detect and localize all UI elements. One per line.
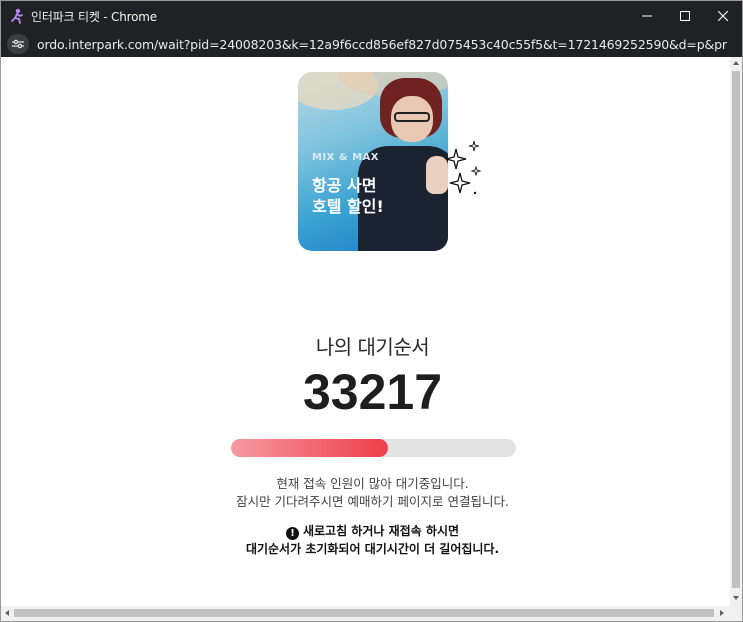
url-text[interactable]: ordo.interpark.com/wait?pid=24008203&k=1… <box>37 37 727 52</box>
site-settings-button[interactable] <box>7 34 29 54</box>
scroll-down-arrow-icon[interactable] <box>732 594 740 602</box>
tune-icon <box>12 39 24 49</box>
close-icon <box>718 11 728 21</box>
banner-headline-2: 호텔 할인! <box>312 197 384 216</box>
maximize-icon <box>680 11 690 21</box>
refresh-warning-line-1: 새로고침 하거나 재접속 하시면 <box>302 524 460 538</box>
queue-progress-fill <box>231 439 388 457</box>
exclamation-circle-icon: ! <box>285 527 299 540</box>
window-controls <box>628 1 742 31</box>
title-bar[interactable]: 인터파크 티켓 - Chrome <box>1 1 742 31</box>
interpark-favicon-icon <box>9 8 25 24</box>
refresh-warning: ! 새로고침 하거나 재접속 하시면 대기순서가 초기화되어 대기시간이 더 길어… <box>1 522 743 558</box>
banner-subtitle: MIX & MAX <box>312 152 379 163</box>
sparkles-icon <box>445 140 482 195</box>
vertical-scrollbar[interactable] <box>730 57 742 606</box>
waiting-info: 현재 접속 인원이 많아 대기중입니다. 잠시만 기다려주시면 예매하기 페이지… <box>1 475 743 511</box>
minimize-button[interactable] <box>628 1 666 31</box>
minimize-icon <box>642 15 652 17</box>
queue-number: 33217 <box>302 364 443 420</box>
banner-person-glasses <box>394 112 430 122</box>
ad-banner[interactable]: MIX & MAX 항공 사면 호텔 할인! <box>298 72 448 251</box>
queue-label: 나의 대기순서 <box>315 335 430 359</box>
window-title: 인터파크 티켓 - Chrome <box>31 9 157 24</box>
waiting-info-line-2: 잠시만 기다려주시면 예매하기 페이지로 연결됩니다. <box>236 494 509 509</box>
scroll-left-arrow-icon[interactable] <box>3 609 11 617</box>
scroll-right-arrow-icon[interactable] <box>718 609 726 617</box>
browser-popup-window: 인터파크 티켓 - Chrome ordo.interpark.com/wait… <box>0 0 743 622</box>
waiting-info-line-1: 현재 접속 인원이 많아 대기중입니다. <box>276 476 469 491</box>
close-button[interactable] <box>704 1 742 31</box>
queue-progress-bar <box>231 439 516 457</box>
address-bar: ordo.interpark.com/wait?pid=24008203&k=1… <box>1 31 742 57</box>
scroll-up-arrow-icon[interactable] <box>732 59 740 67</box>
vertical-scroll-thumb[interactable] <box>732 71 740 588</box>
horizontal-scroll-thumb[interactable] <box>14 609 714 617</box>
refresh-warning-line-2: 대기순서가 초기화되어 대기시간이 더 길어집니다. <box>245 542 500 556</box>
horizontal-scrollbar[interactable] <box>1 606 742 621</box>
maximize-button[interactable] <box>666 1 704 31</box>
